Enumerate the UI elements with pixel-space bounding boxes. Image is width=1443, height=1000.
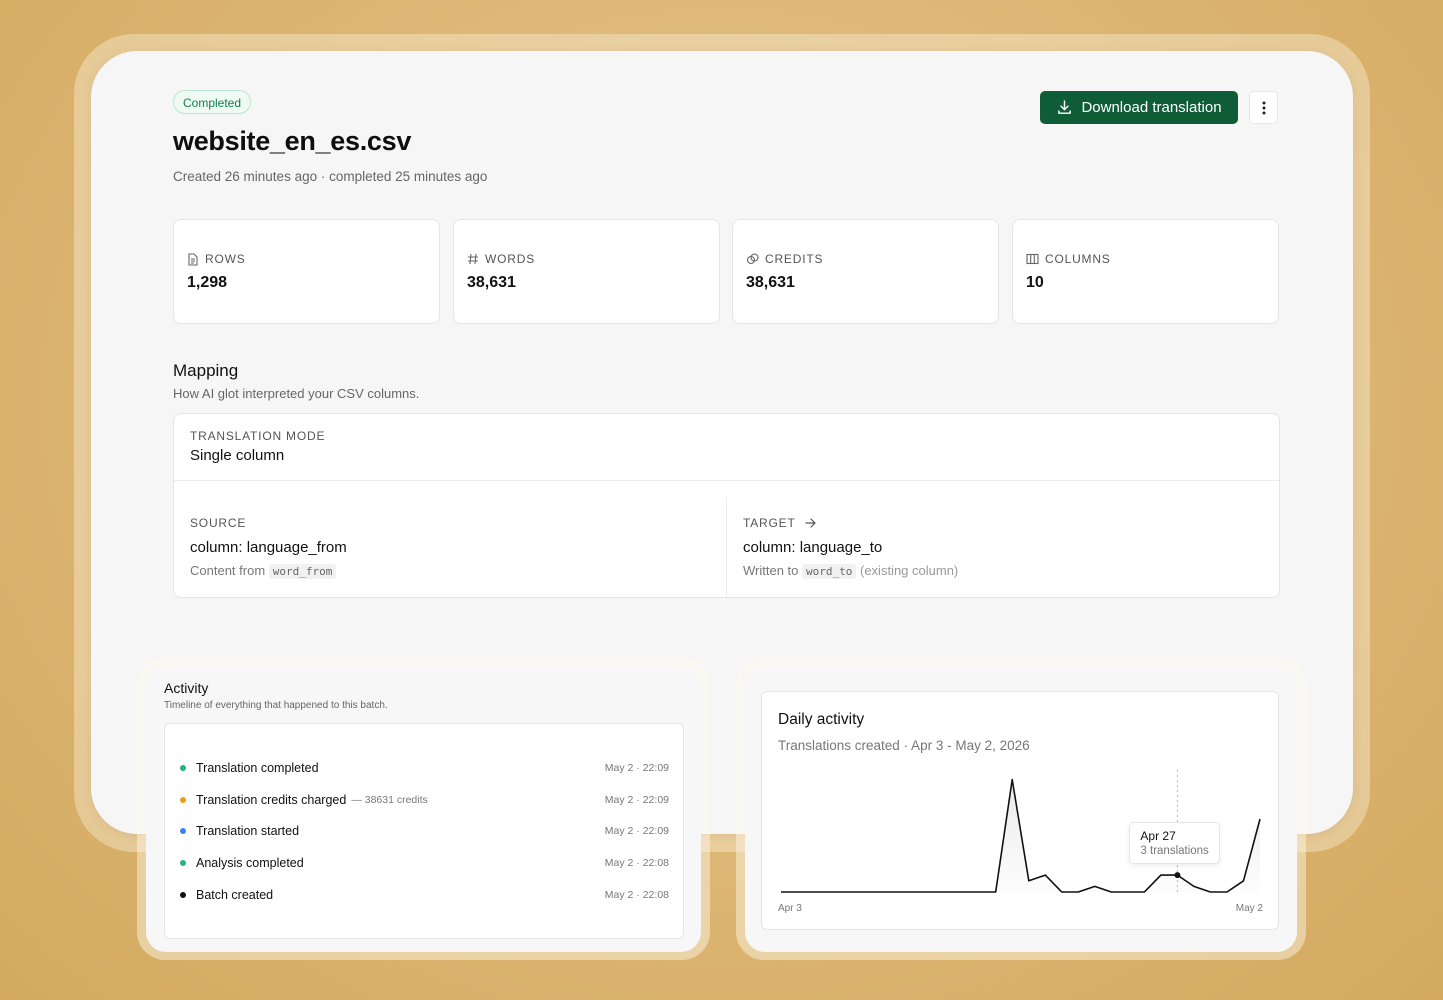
status-dot (180, 828, 186, 834)
tooltip-value: 3 translations (1140, 845, 1209, 858)
download-icon (1058, 100, 1072, 114)
timeline-item: Translation started May 2 · 22:09 (180, 821, 669, 841)
divider (174, 480, 1279, 481)
stat-value: 38,631 (746, 274, 795, 291)
timeline-item: Analysis completed May 2 · 22:08 (180, 853, 669, 873)
status-dot (180, 765, 186, 771)
timeline-time: May 2 · 22:09 (604, 794, 669, 806)
stat-value: 1,298 (187, 274, 228, 291)
activity-timeline: Translation completed May 2 · 22:09 Tran… (164, 723, 684, 939)
timeline-time: May 2 · 22:09 (604, 762, 669, 774)
stat-label: COLUMNS (1045, 252, 1111, 266)
mapping-title: Mapping (173, 361, 239, 380)
divider (726, 497, 727, 597)
tooltip-date: Apr 27 (1140, 829, 1176, 844)
hover-point (1174, 872, 1181, 879)
activity-subtitle: Timeline of everything that happened to … (164, 700, 388, 711)
timeline-time: May 2 · 22:09 (604, 825, 669, 837)
mapping-subtitle: How AI glot interpreted your CSV columns… (173, 386, 420, 401)
timeline-label: Translation completed (196, 761, 319, 775)
download-label: Download translation (1081, 99, 1222, 116)
timeline-item: Translation completed May 2 · 22:09 (180, 758, 669, 778)
stat-card-rows: ROWS 1,298 (173, 219, 440, 324)
translation-mode-label: TRANSLATION MODE (190, 429, 326, 443)
timeline-label: Translation started (196, 824, 300, 838)
more-options-button[interactable] (1249, 91, 1278, 124)
stat-label: WORDS (485, 252, 535, 266)
target-value: column: language_to (743, 539, 883, 556)
chart-tooltip: Apr 27 3 translations (1129, 822, 1220, 865)
stat-card-words: WORDS 38,631 (453, 219, 720, 324)
status-dot (180, 797, 186, 803)
translation-mode-value: Single column (190, 447, 285, 464)
target-label: TARGET (743, 516, 796, 530)
stat-value: 38,631 (467, 274, 516, 291)
timeline-item: Batch created May 2 · 22:08 (180, 885, 669, 905)
page-meta: Created 26 minutes ago · completed 25 mi… (173, 169, 488, 184)
coins-icon (746, 253, 759, 265)
target-code: word_to (802, 564, 857, 579)
document-icon (188, 252, 198, 266)
timeline-label: Batch created (196, 888, 274, 902)
activity-title: Activity (164, 680, 209, 696)
columns-icon (1026, 253, 1039, 265)
target-label-row: TARGET (743, 516, 816, 530)
daily-activity-chart[interactable]: Apr 3 May 2 (762, 692, 1280, 931)
target-note-prefix: Written to (743, 563, 799, 578)
target-note: Written to word_to (existing column) (743, 563, 959, 579)
mapping-panel: TRANSLATION MODE Single column SOURCE co… (173, 413, 1280, 598)
timeline-item: Translation credits charged — 38631 cred… (180, 790, 669, 810)
arrow-right-icon (804, 518, 816, 528)
source-note: Content from word_from (190, 563, 337, 579)
timeline-extra: — 38631 credits (351, 794, 428, 806)
timeline-time: May 2 · 22:08 (604, 857, 669, 869)
x-tick-label-end: May 2 (1236, 903, 1264, 914)
timeline-label: Analysis completed (196, 856, 304, 870)
source-value: column: language_from (190, 539, 347, 556)
daily-activity-card: Daily activity Translations created · Ap… (761, 691, 1279, 930)
page-title: website_en_es.csv (173, 126, 412, 156)
status-badge: Completed (173, 90, 252, 114)
source-note-prefix: Content from (190, 563, 266, 578)
stat-label: CREDITS (765, 252, 824, 266)
stat-label: ROWS (205, 252, 246, 266)
status-dot (180, 892, 186, 898)
timeline-time: May 2 · 22:08 (604, 889, 669, 901)
source-label: SOURCE (190, 516, 247, 530)
timeline-label: Translation credits charged (196, 793, 347, 807)
target-note-suffix: (existing column) (860, 563, 959, 578)
stat-card-columns: COLUMNS 10 (1012, 219, 1279, 324)
stat-value: 10 (1026, 274, 1044, 291)
source-code: word_from (268, 564, 337, 579)
x-tick-label-start: Apr 3 (778, 903, 802, 914)
hash-icon (468, 253, 478, 265)
stat-card-credits: CREDITS 38,631 (732, 219, 999, 324)
more-vertical-icon (1262, 101, 1265, 114)
download-translation-button[interactable]: Download translation (1040, 91, 1238, 124)
status-dot (180, 860, 186, 866)
